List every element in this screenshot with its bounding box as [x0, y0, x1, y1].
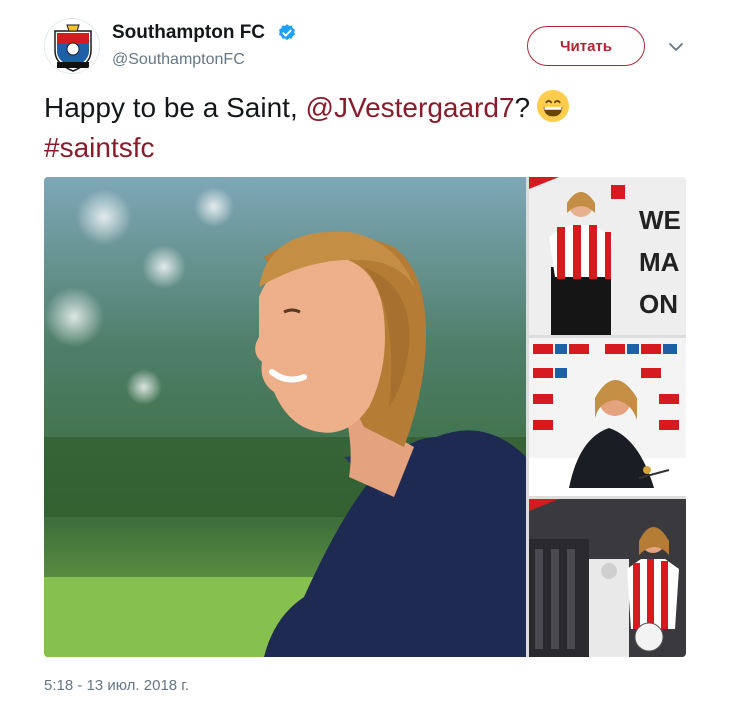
chevron-down-icon[interactable] — [667, 38, 685, 56]
photo-contract-signing[interactable] — [529, 338, 686, 496]
photo-dressing-room[interactable] — [529, 499, 686, 657]
account-name[interactable]: Southampton FC — [112, 22, 265, 44]
mention-link[interactable]: @JVestergaard7 — [306, 92, 515, 123]
sign-line-2: MA — [639, 247, 680, 277]
media-grid: WE MA ON — [44, 177, 686, 657]
tweet-timestamp[interactable]: 5:18 - 13 июл. 2018 г. — [44, 677, 189, 694]
account-handle[interactable]: @SouthamptonFC — [112, 51, 245, 69]
tweet-text-prefix: Happy to be a Saint, — [44, 92, 306, 123]
photo-signing-wall[interactable]: WE MA ON — [529, 177, 686, 335]
tweet-text: Happy to be a Saint, @JVestergaard7? #sa… — [44, 88, 664, 168]
southampton-crest-icon[interactable] — [44, 18, 100, 74]
sign-line-1: WE — [639, 205, 681, 235]
tweet-card: Southampton FC @SouthamptonFC Читать Hap… — [0, 0, 730, 705]
hashtag-link[interactable]: #saintsfc — [44, 132, 155, 163]
sign-line-3: ON — [639, 289, 678, 319]
tweet-text-suffix: ? — [514, 92, 531, 123]
grinning-face-emoji-icon — [537, 89, 570, 123]
follow-button[interactable]: Читать — [527, 26, 645, 66]
verified-badge-icon — [279, 24, 295, 41]
photo-main[interactable] — [44, 177, 526, 657]
